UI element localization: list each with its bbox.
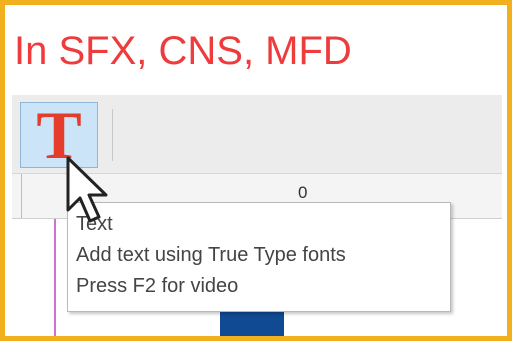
tooltip-hint: Press F2 for video: [76, 275, 239, 297]
toolbar-separator: [112, 109, 113, 161]
screenshot-frame: In SFX, CNS, MFD T 0 Text Add text using…: [0, 0, 512, 341]
page-title: In SFX, CNS, MFD: [14, 29, 352, 73]
ruler-tick: [21, 174, 22, 218]
mouse-pointer-icon: [66, 156, 108, 223]
tooltip-title: Text: [76, 213, 113, 235]
tooltip-description: Add text using True Type fonts: [76, 244, 346, 266]
tooltip: Text Add text using True Type fonts Pres…: [67, 202, 451, 312]
guide-line[interactable]: [54, 219, 56, 336]
ruler-label: 0: [298, 183, 308, 202]
